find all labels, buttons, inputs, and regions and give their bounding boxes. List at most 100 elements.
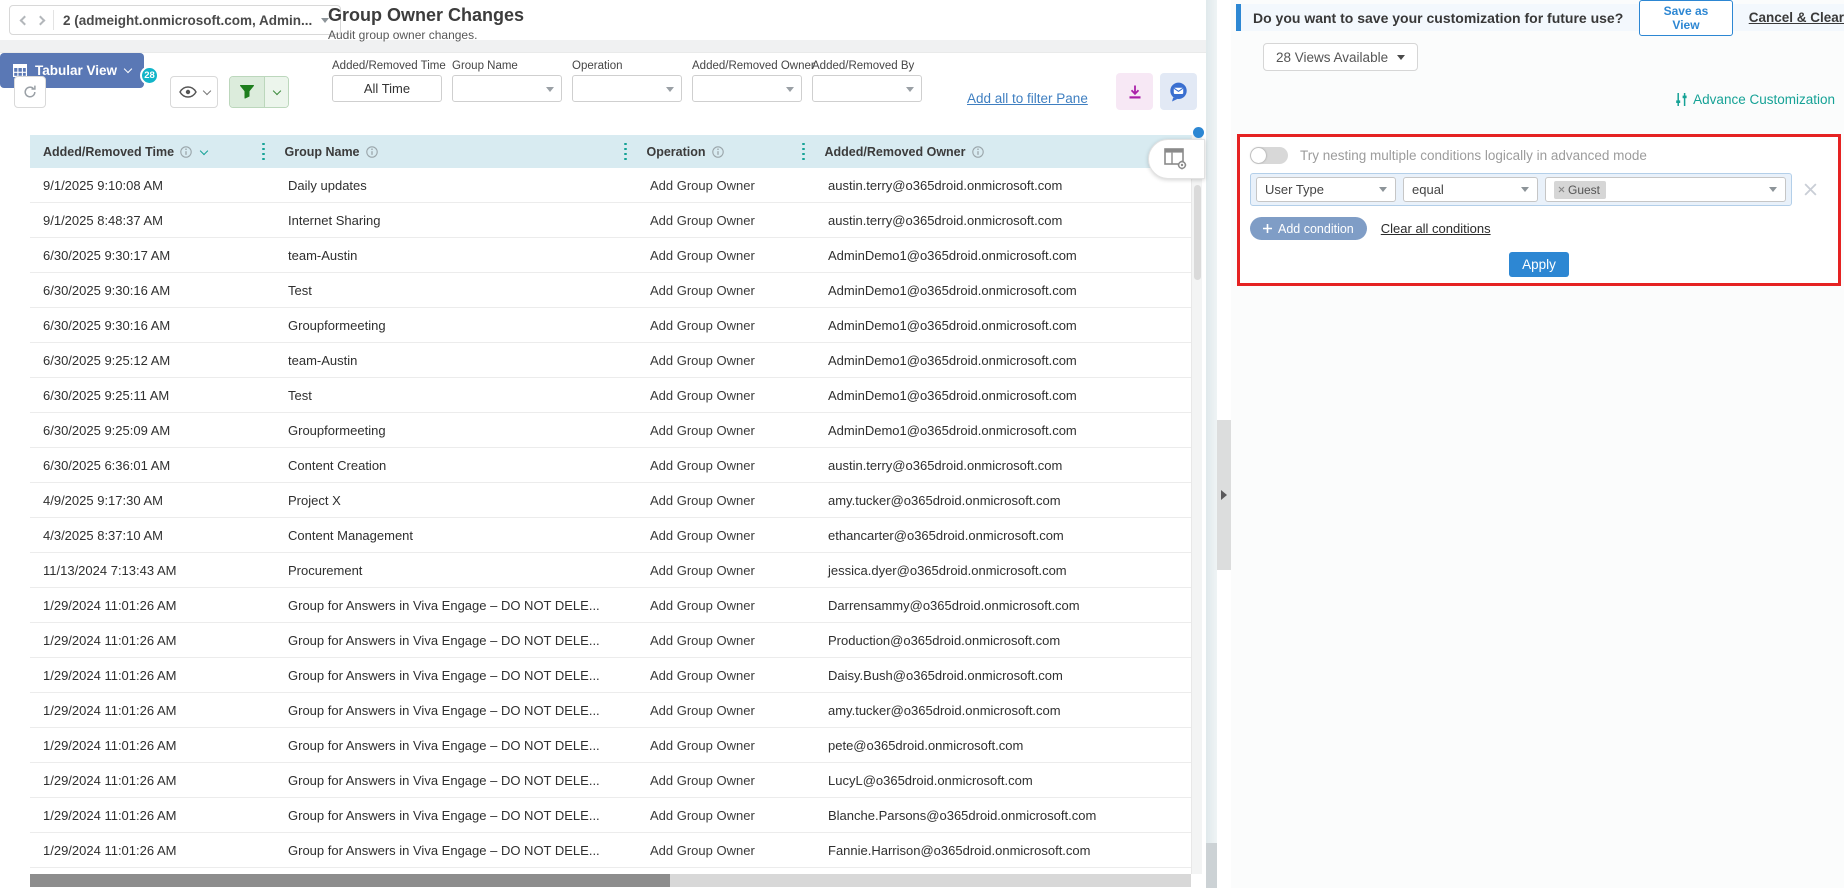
- advance-customization-link[interactable]: Advance Customization: [1675, 92, 1835, 107]
- cell-time: 1/29/2024 11:01:26 AM: [30, 703, 258, 718]
- cell-operation: Add Group Owner: [620, 353, 798, 368]
- page-subtitle: Audit group owner changes.: [328, 28, 524, 42]
- cell-owner: austin.terry@o365droid.onmicrosoft.com: [798, 213, 1191, 228]
- cell-owner: Production@o365droid.onmicrosoft.com: [798, 633, 1191, 648]
- column-header-operation[interactable]: Operation: [620, 135, 798, 168]
- info-icon[interactable]: [180, 146, 192, 158]
- page-title: Group Owner Changes: [328, 5, 524, 26]
- cell-operation: Add Group Owner: [620, 458, 798, 473]
- owner-filter-select[interactable]: [692, 75, 802, 102]
- cell-time: 4/9/2025 9:17:30 AM: [30, 493, 258, 508]
- info-icon[interactable]: [712, 146, 724, 158]
- table-row[interactable]: 1/29/2024 11:01:26 AM Group for Answers …: [30, 658, 1191, 693]
- add-condition-button[interactable]: Add condition: [1250, 217, 1367, 240]
- table-row[interactable]: 6/30/2025 6:36:01 AM Content Creation Ad…: [30, 448, 1191, 483]
- cell-owner: amy.tucker@o365droid.onmicrosoft.com: [798, 703, 1191, 718]
- advanced-mode-toggle[interactable]: [1250, 147, 1288, 164]
- column-drag-handle-icon[interactable]: [802, 143, 805, 161]
- table-row[interactable]: 1/29/2024 11:01:26 AM Group for Answers …: [30, 833, 1191, 868]
- cancel-and-clear-link[interactable]: Cancel & Clear: [1749, 10, 1844, 25]
- condition-actions: Add condition Clear all conditions: [1250, 217, 1828, 240]
- refresh-button[interactable]: [14, 76, 46, 108]
- plus-icon: [1263, 224, 1272, 233]
- operation-filter-select[interactable]: [572, 75, 682, 102]
- sort-descending-icon[interactable]: [200, 146, 208, 154]
- cell-owner: ethancarter@o365droid.onmicrosoft.com: [798, 528, 1191, 543]
- by-filter-select[interactable]: [812, 75, 922, 102]
- column-header-owner[interactable]: Added/Removed Owner: [798, 135, 1191, 168]
- chevron-down-icon: [1379, 187, 1387, 192]
- table-row[interactable]: 6/30/2025 9:25:09 AM Groupformeeting Add…: [30, 413, 1191, 448]
- table-row[interactable]: 9/1/2025 9:10:08 AM Daily updates Add Gr…: [30, 168, 1191, 203]
- filter-label: Operation: [572, 60, 682, 72]
- table-row[interactable]: 4/3/2025 8:37:10 AM Content Management A…: [30, 518, 1191, 553]
- group-filter-select[interactable]: [452, 75, 562, 102]
- cell-owner: austin.terry@o365droid.onmicrosoft.com: [798, 458, 1191, 473]
- nav-forward-icon[interactable]: [36, 15, 46, 25]
- chevron-down-icon: [272, 86, 280, 94]
- table-row[interactable]: 9/1/2025 8:48:37 AM Internet Sharing Add…: [30, 203, 1191, 238]
- nav-back-icon[interactable]: [20, 15, 30, 25]
- add-all-to-filter-pane-link[interactable]: Add all to filter Pane: [967, 91, 1088, 106]
- table-row[interactable]: 11/13/2024 7:13:43 AM Procurement Add Gr…: [30, 553, 1191, 588]
- add-condition-label: Add condition: [1278, 222, 1354, 236]
- time-filter-input[interactable]: All Time: [332, 75, 442, 102]
- eye-icon: [179, 86, 197, 98]
- column-drag-handle-icon[interactable]: [262, 143, 265, 161]
- filter-options-button[interactable]: [264, 77, 288, 107]
- horizontal-scrollbar[interactable]: [30, 874, 1191, 887]
- column-settings-button[interactable]: [1148, 139, 1205, 179]
- views-available-dropdown[interactable]: 28 Views Available: [1263, 43, 1418, 71]
- table-row[interactable]: 6/30/2025 9:25:12 AM team-Austin Add Gro…: [30, 343, 1191, 378]
- cell-time: 1/29/2024 11:01:26 AM: [30, 598, 258, 613]
- visibility-button[interactable]: [170, 76, 218, 108]
- report-navigator[interactable]: 2 (admeight.onmicrosoft.com, Admin...: [9, 5, 341, 35]
- remove-tag-icon[interactable]: [1558, 186, 1565, 193]
- vertical-scrollbar-thumb[interactable]: [1194, 185, 1201, 280]
- filter-button[interactable]: [230, 77, 264, 107]
- horizontal-scrollbar-thumb[interactable]: [30, 874, 670, 887]
- table-header-row: Added/Removed Time Group Name Operation: [30, 135, 1191, 168]
- table-row[interactable]: 1/29/2024 11:01:26 AM Group for Answers …: [30, 588, 1191, 623]
- vertical-scrollbar[interactable]: [1191, 135, 1202, 874]
- table-row[interactable]: 1/29/2024 11:01:26 AM Group for Answers …: [30, 623, 1191, 658]
- feedback-chat-button[interactable]: [1160, 73, 1197, 110]
- tenant-selector-label[interactable]: 2 (admeight.onmicrosoft.com, Admin...: [63, 13, 312, 28]
- info-icon[interactable]: [972, 146, 984, 158]
- table-row[interactable]: 1/29/2024 11:01:26 AM Group for Answers …: [30, 728, 1191, 763]
- info-icon[interactable]: [366, 146, 378, 158]
- cell-time: 1/29/2024 11:01:26 AM: [30, 808, 258, 823]
- condition-operator-select[interactable]: equal: [1403, 177, 1538, 202]
- cell-operation: Add Group Owner: [620, 668, 798, 683]
- cell-operation: Add Group Owner: [620, 283, 798, 298]
- cell-time: 1/29/2024 11:01:26 AM: [30, 773, 258, 788]
- chat-message-icon: [1168, 81, 1189, 102]
- column-header-time[interactable]: Added/Removed Time: [30, 135, 258, 168]
- download-button[interactable]: [1116, 73, 1153, 110]
- cell-operation: Add Group Owner: [620, 248, 798, 263]
- remove-condition-button[interactable]: [1792, 182, 1828, 197]
- column-header-group[interactable]: Group Name: [258, 135, 620, 168]
- table-row[interactable]: 6/30/2025 9:25:11 AM Test Add Group Owne…: [30, 378, 1191, 413]
- condition-row: User Type equal Guest: [1250, 173, 1828, 206]
- condition-value-select[interactable]: Guest: [1545, 177, 1786, 202]
- panel-collapse-handle[interactable]: [1217, 420, 1231, 570]
- cell-owner: jessica.dyer@o365droid.onmicrosoft.com: [798, 563, 1191, 578]
- save-as-view-button[interactable]: Save as View: [1639, 0, 1732, 36]
- condition-field-select[interactable]: User Type: [1256, 177, 1396, 202]
- clear-all-conditions-link[interactable]: Clear all conditions: [1381, 221, 1491, 236]
- table-row[interactable]: 4/9/2025 9:17:30 AM Project X Add Group …: [30, 483, 1191, 518]
- table-row[interactable]: 1/29/2024 11:01:26 AM Group for Answers …: [30, 798, 1191, 833]
- filter-field-group: Group Name: [452, 60, 562, 102]
- column-drag-handle-icon[interactable]: [624, 143, 627, 161]
- table-row[interactable]: 6/30/2025 9:30:17 AM team-Austin Add Gro…: [30, 238, 1191, 273]
- close-icon: [1803, 182, 1818, 197]
- table-row[interactable]: 1/29/2024 11:01:26 AM Group for Answers …: [30, 763, 1191, 798]
- divider: [53, 10, 54, 30]
- table-row[interactable]: 1/29/2024 11:01:26 AM Group for Answers …: [30, 693, 1191, 728]
- cell-time: 1/29/2024 11:01:26 AM: [30, 843, 258, 858]
- chevron-down-icon: [546, 87, 554, 92]
- table-row[interactable]: 6/30/2025 9:30:16 AM Test Add Group Owne…: [30, 273, 1191, 308]
- apply-button[interactable]: Apply: [1509, 252, 1569, 277]
- table-row[interactable]: 6/30/2025 9:30:16 AM Groupformeeting Add…: [30, 308, 1191, 343]
